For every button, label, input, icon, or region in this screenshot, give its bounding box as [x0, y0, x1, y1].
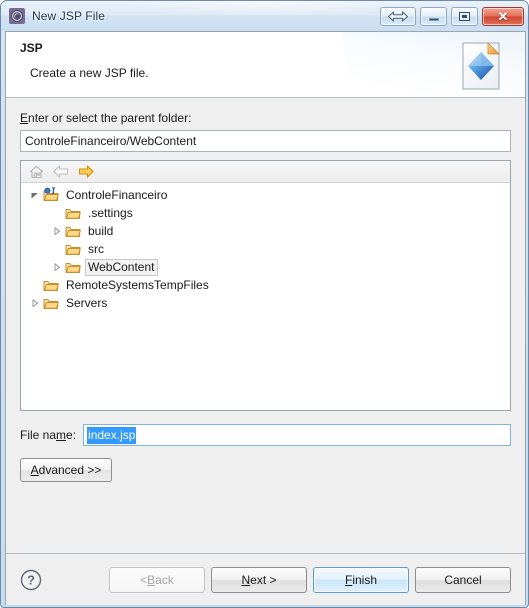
- advanced-button-label: dvanced >>: [38, 463, 102, 477]
- next-button-post: ext >: [250, 572, 277, 587]
- back-button-mnemonic: B: [147, 572, 156, 587]
- resize-button[interactable]: [380, 6, 416, 26]
- tree-toolbar: [21, 161, 510, 183]
- file-name-label-mnemonic: m: [56, 428, 67, 442]
- finish-button-mnemonic: F: [344, 572, 353, 587]
- twisty-collapsed-icon: [54, 263, 60, 271]
- java-project-folder-glyph: [43, 187, 59, 201]
- maximize-icon: [459, 11, 470, 21]
- tree-item--settings[interactable]: .settings: [21, 204, 510, 222]
- folder-icon: [43, 277, 59, 293]
- jsp-file-icon: [462, 42, 500, 90]
- cancel-button-label: Cancel: [444, 572, 482, 587]
- folder-tree-panel: ControleFinanceiro .settings build src WebCo…: [20, 160, 511, 411]
- file-name-input[interactable]: index.jsp: [83, 424, 511, 446]
- window-title: New JSP File: [32, 9, 106, 23]
- next-button[interactable]: Next >: [211, 566, 307, 593]
- tree-item-controlefinanceiro[interactable]: ControleFinanceiro: [21, 186, 510, 204]
- file-name-label: File name:: [20, 428, 76, 442]
- help-icon: ?: [20, 569, 42, 590]
- file-name-label-post: e:: [66, 428, 77, 442]
- tree-item-label: .settings: [88, 205, 133, 220]
- gear-icon: [9, 8, 25, 24]
- folder-tree[interactable]: ControleFinanceiro .settings build src WebCo…: [21, 183, 510, 410]
- parent-folder-label-mnemonic: E: [20, 111, 29, 125]
- page-description: Create a new JSP file.: [30, 66, 149, 80]
- twisty-expanded-icon: [31, 193, 38, 199]
- tree-item-webcontent[interactable]: WebContent: [21, 258, 510, 276]
- home-glyph: [29, 165, 43, 178]
- svg-text:?: ?: [27, 572, 35, 587]
- window-controls: ✕: [380, 6, 524, 26]
- next-button-mnemonic: N: [241, 572, 251, 587]
- tree-item-build[interactable]: build: [21, 222, 510, 240]
- tree-item-label: RemoteSystemsTempFiles: [66, 277, 209, 292]
- parent-folder-label-text: nter or select the parent folder:: [28, 111, 192, 125]
- tree-twisty[interactable]: [49, 227, 65, 235]
- folder-glyph: [43, 299, 59, 309]
- file-name-label-pre: File na: [20, 428, 57, 442]
- java-project-folder-icon: [43, 187, 59, 203]
- back-arrow-glyph: [53, 165, 69, 178]
- tree-twisty[interactable]: [49, 263, 65, 271]
- wizard-nav-buttons: < Back Next > Finish Cancel: [109, 566, 511, 593]
- back-arrow-icon[interactable]: [51, 163, 71, 181]
- folder-icon: [65, 241, 81, 257]
- folder-icon: [43, 295, 59, 311]
- wizard-header: JSP Create a new JSP file.: [6, 32, 525, 98]
- cancel-button[interactable]: Cancel: [415, 566, 511, 593]
- dialog-window: New JSP File ✕ JSP Create a new JSP file…: [0, 0, 529, 608]
- forward-arrow-icon[interactable]: [76, 163, 96, 181]
- tree-item-label: WebContent: [85, 258, 158, 276]
- folder-icon: [65, 259, 81, 275]
- folder-glyph: [43, 281, 59, 291]
- dialog-button-bar: ? < Back Next > Finish Cancel: [6, 553, 525, 605]
- tree-item-servers[interactable]: Servers: [21, 294, 510, 312]
- tree-item-remotesystemstempfiles[interactable]: RemoteSystemsTempFiles: [21, 276, 510, 294]
- back-button-pre: <: [140, 572, 148, 587]
- home-icon[interactable]: [26, 163, 46, 181]
- finish-button[interactable]: Finish: [313, 566, 409, 593]
- tree-item-label: Servers: [66, 295, 108, 310]
- back-button-post: ack: [155, 572, 174, 587]
- close-button[interactable]: ✕: [482, 6, 524, 26]
- tree-item-label: ControleFinanceiro: [66, 187, 168, 202]
- tree-twisty[interactable]: [27, 191, 43, 199]
- double-arrow-icon: [388, 11, 408, 21]
- parent-folder-value: ControleFinanceiro/WebContent: [25, 134, 197, 148]
- close-icon: ✕: [497, 8, 509, 24]
- dialog-client-area: JSP Create a new JSP file. Enter or sele…: [5, 31, 526, 605]
- wizard-body: Enter or select the parent folder: Contr…: [6, 98, 525, 553]
- file-name-row: File name: index.jsp: [20, 424, 511, 446]
- parent-folder-label: Enter or select the parent folder:: [20, 98, 511, 125]
- maximize-button[interactable]: [451, 6, 478, 26]
- title-bar[interactable]: New JSP File ✕: [1, 1, 528, 31]
- folder-glyph: [65, 209, 81, 219]
- folder-icon: [65, 205, 81, 221]
- tree-item-src[interactable]: src: [21, 240, 510, 258]
- folder-glyph: [65, 227, 81, 237]
- tree-item-label: build: [88, 223, 114, 238]
- forward-arrow-glyph: [78, 165, 94, 178]
- finish-button-post: inish: [352, 572, 378, 587]
- tree-item-label: src: [88, 241, 104, 256]
- advanced-button[interactable]: Advanced >>: [20, 458, 112, 482]
- minimize-button[interactable]: [420, 6, 447, 26]
- folder-icon: [65, 223, 81, 239]
- folder-glyph: [65, 263, 81, 273]
- page-title: JSP: [20, 41, 43, 55]
- parent-folder-input[interactable]: ControleFinanceiro/WebContent: [20, 130, 511, 152]
- folder-glyph: [65, 245, 81, 255]
- twisty-collapsed-icon: [54, 227, 60, 235]
- back-button[interactable]: < Back: [109, 566, 205, 593]
- twisty-collapsed-icon: [32, 299, 38, 307]
- file-name-value: index.jsp: [87, 426, 137, 444]
- advanced-button-mnemonic: A: [30, 463, 39, 477]
- help-button[interactable]: ?: [20, 569, 42, 591]
- minimize-icon: [428, 17, 439, 21]
- tree-twisty[interactable]: [27, 299, 43, 307]
